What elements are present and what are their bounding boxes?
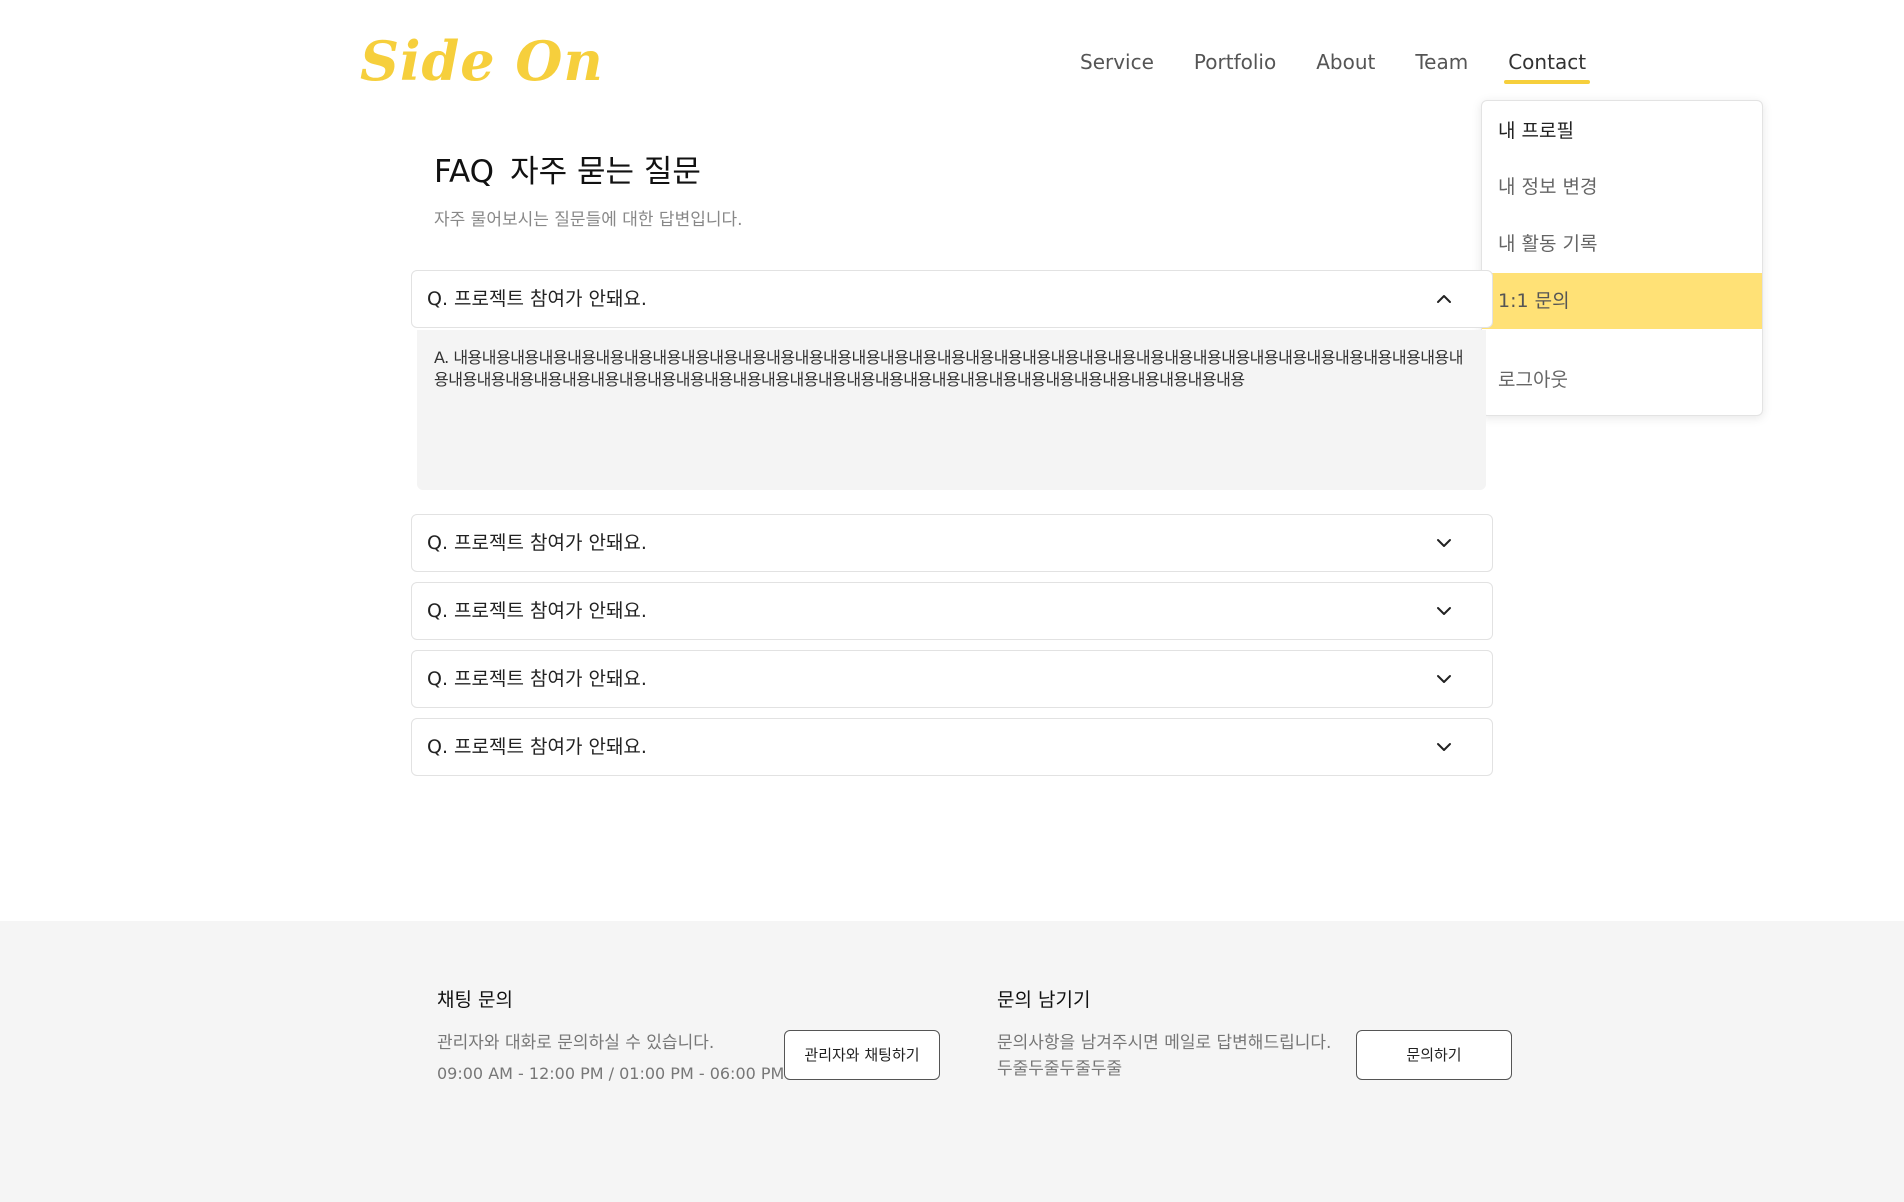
main-nav: Service Portfolio About Team Contact — [1060, 44, 1606, 84]
chevron-down-icon[interactable] — [1436, 535, 1452, 551]
user-dropdown-menu: 내 프로필 내 정보 변경 내 활동 기록 1:1 문의 로그아웃 — [1481, 100, 1763, 416]
nav-contact[interactable]: Contact — [1488, 44, 1606, 84]
menu-item-activity-log[interactable]: 내 활동 기록 — [1482, 216, 1762, 272]
page-title-en: FAQ — [434, 154, 495, 190]
faq-answer: A. 내용내용내용내용내용내용내용내용내용내용내용내용내용내용내용내용내용내용내… — [417, 330, 1486, 490]
page-subtitle: 자주 물어보시는 질문들에 대한 답변입니다. — [434, 210, 743, 230]
page-title: FAQ 자주 묻는 질문 — [434, 150, 701, 194]
chat-inquiry-desc: 관리자와 대화로 문의하실 수 있습니다. — [437, 1033, 715, 1053]
menu-item-my-profile[interactable]: 내 프로필 — [1482, 103, 1762, 159]
leave-inquiry-title: 문의 남기기 — [997, 989, 1091, 1011]
chevron-down-icon[interactable] — [1436, 671, 1452, 687]
page-title-ko: 자주 묻는 질문 — [510, 154, 701, 190]
faq-question: Q. 프로젝트 참여가 안돼요. — [427, 288, 647, 310]
faq-item-header[interactable]: Q. 프로젝트 참여가 안돼요. — [411, 650, 1493, 708]
faq-question: Q. 프로젝트 참여가 안돼요. — [427, 736, 647, 758]
nav-about[interactable]: About — [1296, 44, 1395, 80]
nav-team[interactable]: Team — [1395, 44, 1488, 80]
leave-inquiry-extra: 두줄두줄두줄두줄 — [997, 1059, 1123, 1079]
footer: 채팅 문의 관리자와 대화로 문의하실 수 있습니다. 09:00 AM - 1… — [0, 921, 1904, 1202]
faq-item-header[interactable]: Q. 프로젝트 참여가 안돼요. — [411, 270, 1493, 328]
faq-item-header[interactable]: Q. 프로젝트 참여가 안돼요. — [411, 582, 1493, 640]
menu-item-edit-info[interactable]: 내 정보 변경 — [1482, 159, 1762, 215]
menu-item-logout[interactable]: 로그아웃 — [1482, 352, 1762, 408]
chat-inquiry-title: 채팅 문의 — [437, 989, 513, 1011]
chat-hours: 09:00 AM - 12:00 PM / 01:00 PM - 06:00 P… — [437, 1064, 785, 1083]
faq-question: Q. 프로젝트 참여가 안돼요. — [427, 668, 647, 690]
menu-item-one-on-one-inquiry[interactable]: 1:1 문의 — [1482, 273, 1762, 329]
leave-inquiry-desc: 문의사항을 남겨주시면 메일로 답변해드립니다. — [997, 1033, 1332, 1053]
chevron-down-icon[interactable] — [1436, 603, 1452, 619]
nav-portfolio[interactable]: Portfolio — [1174, 44, 1296, 80]
chevron-up-icon[interactable] — [1436, 291, 1452, 307]
faq-question: Q. 프로젝트 참여가 안돼요. — [427, 532, 647, 554]
logo[interactable]: Side On — [360, 28, 604, 94]
faq-item-header[interactable]: Q. 프로젝트 참여가 안돼요. — [411, 514, 1493, 572]
faq-question: Q. 프로젝트 참여가 안돼요. — [427, 600, 647, 622]
chevron-down-icon[interactable] — [1436, 739, 1452, 755]
nav-service[interactable]: Service — [1060, 44, 1174, 80]
chat-with-admin-button[interactable]: 관리자와 채팅하기 — [784, 1030, 940, 1080]
faq-item-header[interactable]: Q. 프로젝트 참여가 안돼요. — [411, 718, 1493, 776]
inquiry-button[interactable]: 문의하기 — [1356, 1030, 1512, 1080]
